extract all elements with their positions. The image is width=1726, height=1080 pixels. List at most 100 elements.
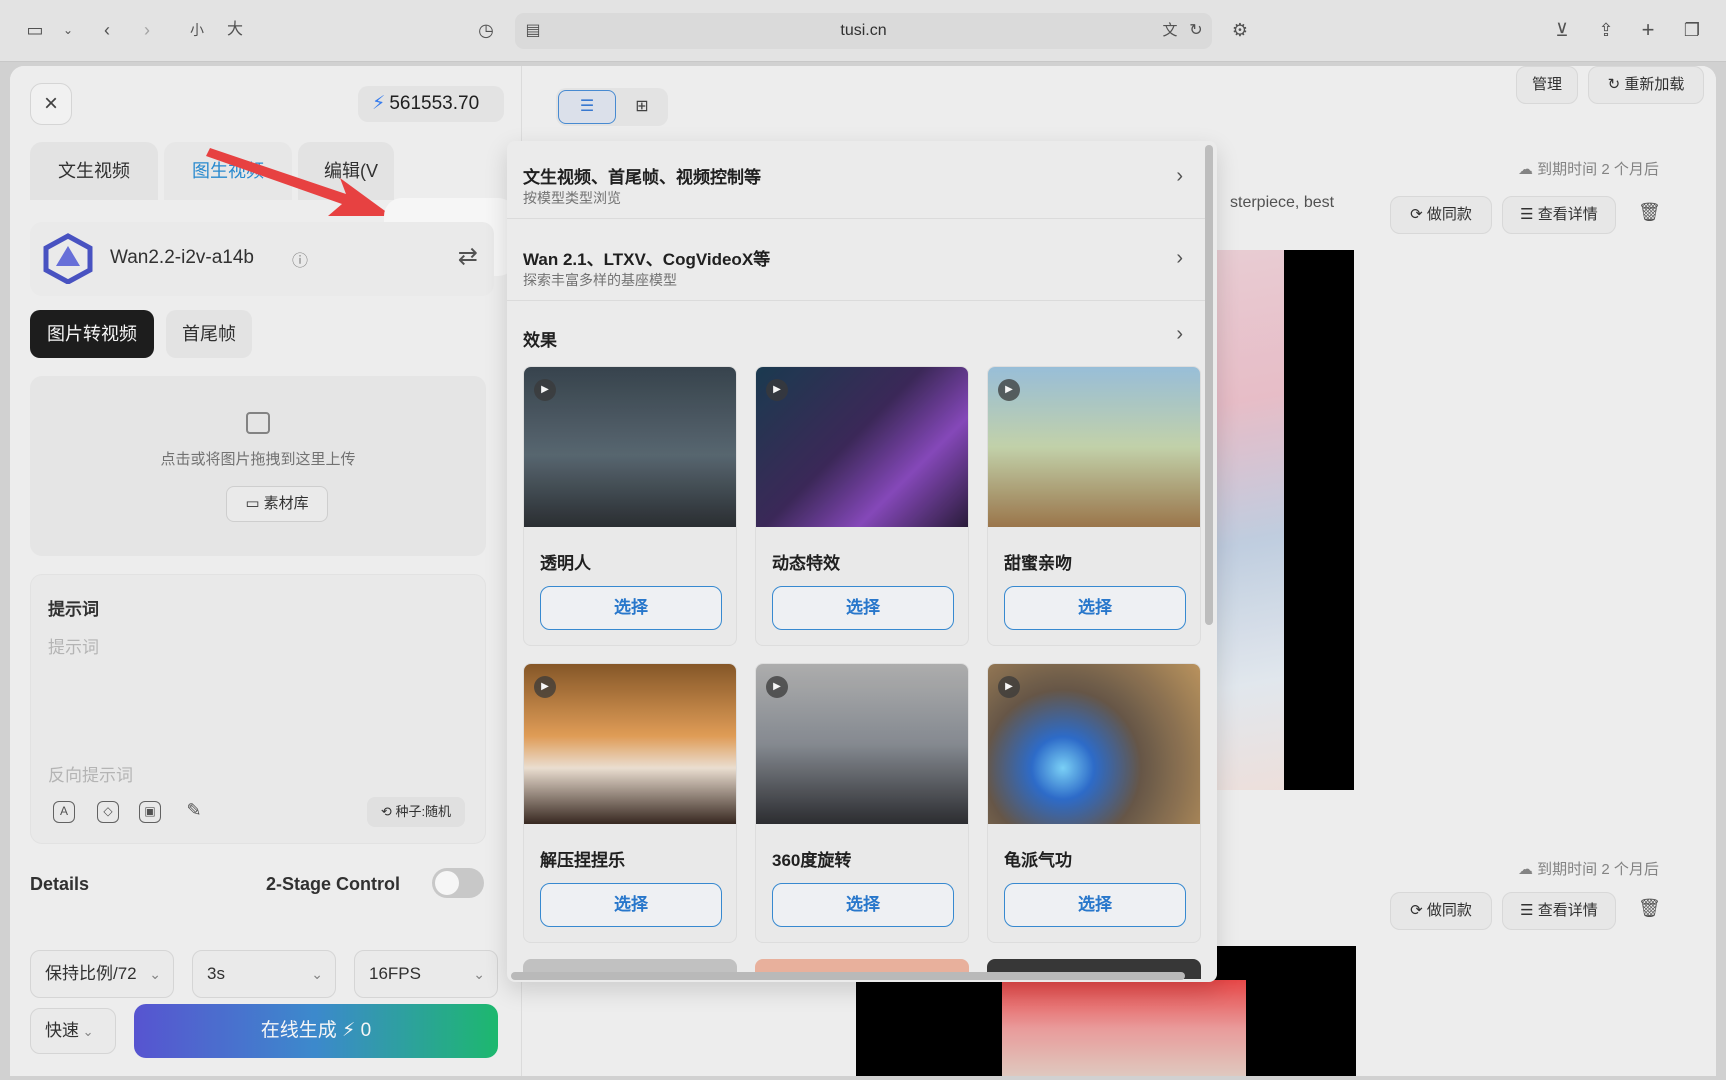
prompt-input[interactable]: 提示词 xyxy=(48,633,99,658)
delete-icon[interactable]: 🗑 xyxy=(1638,202,1661,223)
chevron-down-icon: ⌄ xyxy=(311,966,323,982)
cloud-icon: ☁ xyxy=(1518,861,1538,878)
effect-card[interactable]: ▶ 甜蜜亲吻 选择 xyxy=(987,366,1201,646)
new-tab-icon[interactable]: + xyxy=(1636,18,1660,42)
address-bar[interactable]: ▤ tusi.cn 文 ↻ xyxy=(515,13,1212,49)
image-prompt-icon[interactable]: ▣ xyxy=(139,801,161,823)
model-name: Wan2.2-i2v-a14b xyxy=(110,247,254,268)
same-style-button[interactable]: ⟳ 做同款 xyxy=(1390,196,1492,234)
expire-time: ☁ 到期时间 2 个月后 xyxy=(1518,861,1659,878)
effect-name: 解压捏捏乐 xyxy=(540,851,625,870)
generated-video-thumbnail[interactable] xyxy=(1002,980,1246,1076)
generate-button[interactable]: 在线生成 ⚡ 0 xyxy=(134,1004,498,1058)
history-icon[interactable]: ◷ xyxy=(474,18,498,42)
effect-name: 甜蜜亲吻 xyxy=(1004,554,1072,573)
toggle-knob xyxy=(435,871,459,895)
speed-select[interactable]: 快速 ⌄ xyxy=(30,1008,116,1054)
gear-icon[interactable]: ⚙ xyxy=(1228,18,1252,42)
select-button[interactable]: 选择 xyxy=(772,586,954,630)
view-details-button[interactable]: ☰ 查看详情 xyxy=(1502,892,1616,930)
stage-control-toggle[interactable] xyxy=(432,868,484,898)
swap-icon[interactable]: ⇄ xyxy=(458,242,478,271)
effect-card[interactable]: ▶ 动态特效 选择 xyxy=(755,366,969,646)
prompt-snippet: sterpiece, best xyxy=(1230,194,1335,211)
translate-icon[interactable]: 文 xyxy=(1159,19,1181,43)
effect-name: 360度旋转 xyxy=(772,851,852,870)
lightning-icon: ⚡ xyxy=(372,93,386,114)
video-camera-icon: ▶ xyxy=(766,676,788,698)
close-icon: × xyxy=(43,90,58,117)
forward-icon[interactable]: › xyxy=(138,18,156,42)
reload-button[interactable]: ↻ 重新加载 xyxy=(1588,66,1704,104)
seed-icon: ⟲ xyxy=(380,804,396,819)
mode-first-last-frame[interactable]: 首尾帧 xyxy=(166,310,252,358)
model-selector[interactable]: Wan2.2-i2v-a14b ⓘ ⇄ xyxy=(30,222,494,296)
ratio-select[interactable]: 保持比例/72 ⌄ xyxy=(30,950,174,998)
view-details-button[interactable]: ☰ 查看详情 xyxy=(1502,196,1616,234)
effects-title[interactable]: 效果 xyxy=(523,326,557,351)
same-style-button[interactable]: ⟳ 做同款 xyxy=(1390,892,1492,930)
zoom-small-button[interactable]: 小 xyxy=(186,18,208,42)
horizontal-scrollbar[interactable] xyxy=(511,972,1185,980)
view-toggle: ☰ ⊞ xyxy=(556,88,668,126)
negative-prompt-input[interactable]: 反向提示词 xyxy=(48,761,133,786)
generation-panel: × ⚡561553.70 文生视频 图生视频 编辑(V + 更多 Wan2.2-… xyxy=(10,66,522,1076)
manage-button[interactable]: 管理 xyxy=(1516,66,1578,104)
chevron-right-icon[interactable]: › xyxy=(1176,323,1183,346)
dropdown-row-model-types[interactable]: 文生视频、首尾帧、视频控制等 按模型类型浏览 › xyxy=(507,141,1207,219)
folder-icon: ▭ xyxy=(245,495,264,512)
tabs-overview-icon[interactable]: ❐ xyxy=(1680,18,1704,42)
details-label: Details xyxy=(30,874,90,894)
refresh-icon: ↻ xyxy=(1607,76,1625,93)
copy-style-icon: ⟳ xyxy=(1410,902,1427,919)
select-button[interactable]: 选择 xyxy=(540,586,722,630)
effect-card[interactable]: ▶ 解压捏捏乐 选择 xyxy=(523,663,737,943)
video-letterbox xyxy=(1284,250,1354,790)
image-upload-area[interactable]: 点击或将图片拖拽到这里上传 ▭ 素材库 xyxy=(30,376,486,556)
chevron-right-icon: › xyxy=(1176,165,1183,187)
vertical-scrollbar[interactable] xyxy=(1205,145,1213,625)
cube-icon[interactable]: ◇ xyxy=(97,801,119,823)
mode-image-to-video[interactable]: 图片转视频 xyxy=(30,310,154,358)
chevron-down-icon: ⌄ xyxy=(149,966,161,982)
video-camera-icon: ▶ xyxy=(534,676,556,698)
select-button[interactable]: 选择 xyxy=(1004,883,1186,927)
duration-select[interactable]: 3s ⌄ xyxy=(192,950,336,998)
download-icon[interactable]: ⊻ xyxy=(1550,18,1574,42)
grid-view-icon[interactable]: ⊞ xyxy=(618,90,666,124)
tab-text-to-video[interactable]: 文生视频 xyxy=(30,142,158,200)
sidebar-toggle-icon[interactable]: ▭ xyxy=(22,18,48,42)
url-text: tusi.cn xyxy=(840,22,887,39)
seed-button[interactable]: ⟲ 种子:随机 xyxy=(367,797,465,827)
zoom-large-button[interactable]: 大 xyxy=(224,18,246,42)
dropdown-row-base-models[interactable]: Wan 2.1、LTXV、CogVideoX等 探索丰富多样的基座模型 › xyxy=(507,223,1207,301)
back-icon[interactable]: ‹ xyxy=(98,18,116,42)
close-button[interactable]: × xyxy=(30,83,72,125)
red-arrow-annotation xyxy=(206,148,392,216)
magic-wand-icon[interactable]: ✎ xyxy=(183,801,205,823)
select-button[interactable]: 选择 xyxy=(540,883,722,927)
video-camera-icon: ▶ xyxy=(766,379,788,401)
select-button[interactable]: 选择 xyxy=(772,883,954,927)
list-view-icon[interactable]: ☰ xyxy=(558,90,616,124)
info-icon[interactable]: ⓘ xyxy=(292,247,308,271)
video-camera-icon: ▶ xyxy=(534,379,556,401)
effect-name: 透明人 xyxy=(540,554,591,573)
effect-card[interactable]: ▶ 360度旋转 选择 xyxy=(755,663,969,943)
model-logo-icon xyxy=(43,233,93,284)
lightning-icon: ⚡ xyxy=(342,1020,356,1041)
effect-card[interactable]: ▶ 透明人 选择 xyxy=(523,366,737,646)
library-button[interactable]: ▭ 素材库 xyxy=(226,486,328,522)
video-camera-icon: ▶ xyxy=(998,379,1020,401)
fps-select[interactable]: 16FPS ⌄ xyxy=(354,950,498,998)
select-button[interactable]: 选择 xyxy=(1004,586,1186,630)
upload-hint: 点击或将图片拖拽到这里上传 xyxy=(160,451,356,468)
style-icon[interactable]: A xyxy=(53,801,75,823)
effect-card[interactable]: ▶ 龟派气功 选择 xyxy=(987,663,1201,943)
share-icon[interactable]: ⇪ xyxy=(1594,18,1618,42)
browser-toolbar: ▭ ⌄ ‹ › 小 大 ◷ ▤ tusi.cn 文 ↻ ⚙ ⊻ ⇪ + ❐ xyxy=(0,0,1726,62)
refresh-icon[interactable]: ↻ xyxy=(1185,19,1207,43)
chevron-down-icon: ⌄ xyxy=(473,966,485,982)
delete-icon[interactable]: 🗑 xyxy=(1638,898,1661,919)
chevron-down-icon[interactable]: ⌄ xyxy=(60,18,76,42)
